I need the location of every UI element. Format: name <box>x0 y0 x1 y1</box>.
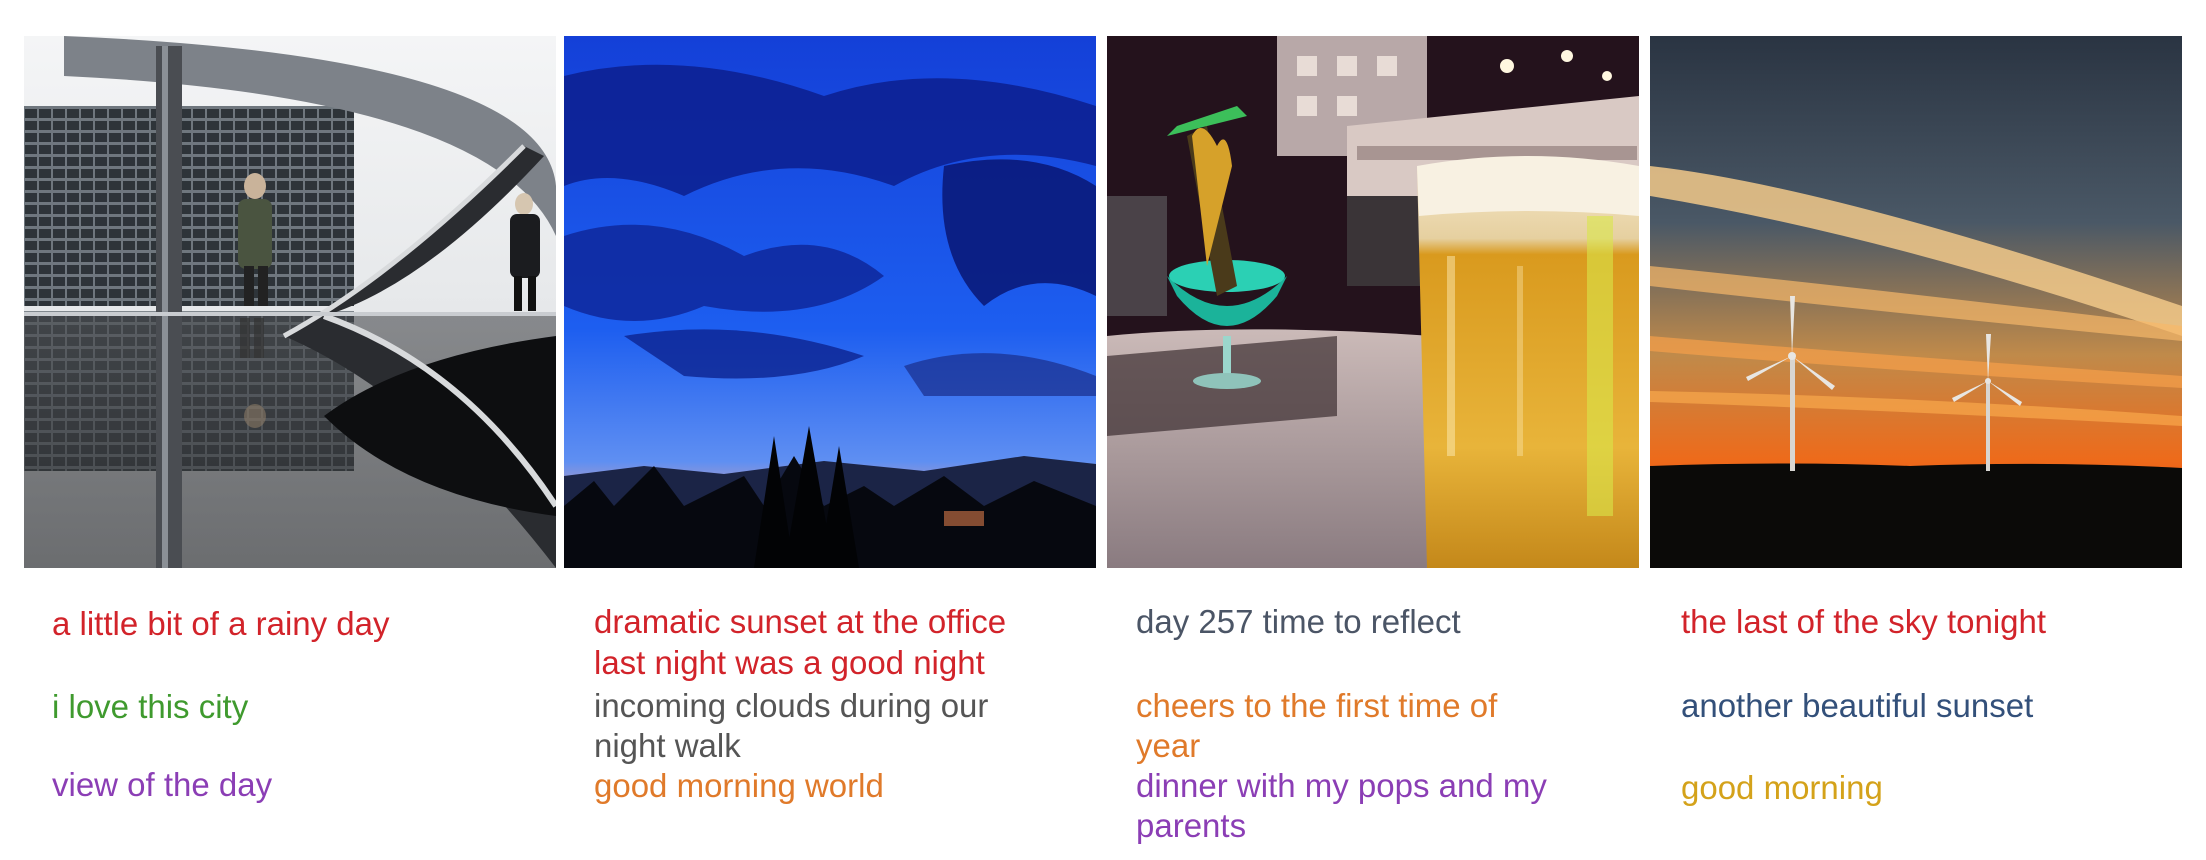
photo-card-4: the last of the sky tonight another beau… <box>1650 0 2182 860</box>
caption-4-3: good morning <box>1681 769 1883 806</box>
caption-3-5: parents <box>1136 807 1247 844</box>
caption-3-1: day 257 time to reflect <box>1136 603 1461 640</box>
caption-2-2: last night was a good night <box>594 644 985 681</box>
caption-2-3: incoming clouds during our <box>594 687 989 724</box>
photo-card-2: dramatic sunset at the office last night… <box>564 0 1096 860</box>
photo-drinks <box>1107 36 1639 568</box>
photo-sunset-turbines-art <box>1650 36 2182 568</box>
caption-1-3: view of the day <box>52 766 273 803</box>
photo-building-reflection-art <box>24 36 556 568</box>
caption-2-4: night walk <box>594 727 741 764</box>
caption-3-3: year <box>1136 727 1201 764</box>
caption-4-2: another beautiful sunset <box>1681 687 2034 724</box>
caption-2-1: dramatic sunset at the office <box>594 603 1007 640</box>
caption-4-1: the last of the sky tonight <box>1681 603 2047 640</box>
caption-3-4: dinner with my pops and my <box>1136 767 1547 804</box>
caption-1-2: i love this city <box>52 688 249 725</box>
caption-3-2: cheers to the first time of <box>1136 687 1498 724</box>
photo-blue-sky-art <box>564 36 1096 568</box>
photo-building-reflection <box>24 36 556 568</box>
photo-drinks-art <box>1107 36 1639 568</box>
caption-2-5: good morning world <box>594 767 884 804</box>
photo-card-1: a little bit of a rainy day i love this … <box>24 0 556 860</box>
photo-card-3: day 257 time to reflect cheers to the fi… <box>1107 0 1639 860</box>
photo-sunset-turbines <box>1650 36 2182 568</box>
photo-blue-sky <box>564 36 1096 568</box>
caption-1-1: a little bit of a rainy day <box>52 605 390 642</box>
